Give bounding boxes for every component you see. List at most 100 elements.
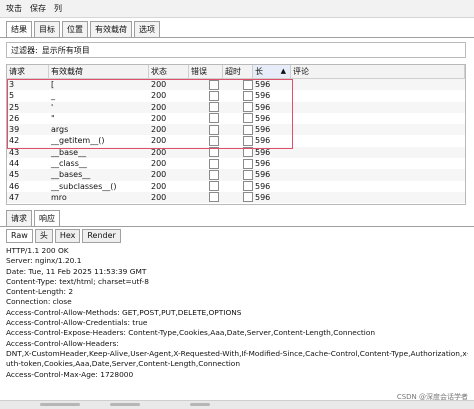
- tab-target[interactable]: 目标: [34, 21, 60, 38]
- comment-cell: [291, 90, 465, 101]
- comment-cell: [291, 135, 465, 146]
- response-line: uth-token,Cookies,Aaa,Date,Server,Conten…: [6, 359, 241, 369]
- request-cell: 42: [9, 136, 20, 146]
- menu-bar: 攻击 保存 列: [0, 0, 474, 18]
- length-cell: 596: [255, 125, 271, 135]
- error-cell: [189, 158, 223, 169]
- request-cell: 47: [9, 192, 20, 202]
- table-row[interactable]: 47 mro 200 596: [7, 191, 465, 204]
- payload-cell: _: [51, 91, 55, 101]
- table-row[interactable]: 3 [200 596: [7, 79, 465, 91]
- tab-hex[interactable]: Hex: [54, 229, 81, 243]
- table-row[interactable]: 42 __getitem__() 200 596: [7, 135, 465, 146]
- comment-cell: [291, 147, 465, 158]
- status-cell: 200: [151, 147, 167, 157]
- tab-positions[interactable]: 位置: [62, 21, 88, 38]
- error-cell: [189, 124, 223, 135]
- status-cell: 200: [151, 113, 167, 123]
- scroll-thumb-1[interactable]: [40, 403, 80, 406]
- request-cell: 25: [9, 102, 20, 112]
- request-cell: 39: [9, 125, 20, 135]
- detail-tabs: 请求 响应: [6, 210, 62, 227]
- col-payload[interactable]: 有效载荷: [49, 65, 149, 78]
- scroll-thumb-2[interactable]: [110, 403, 140, 406]
- error-checkbox: [209, 124, 219, 135]
- tab-render[interactable]: Render: [82, 229, 121, 243]
- payload-cell: ': [51, 102, 54, 112]
- timeout-cell: [223, 102, 253, 113]
- table-row[interactable]: 5 _ 200 596: [7, 90, 465, 101]
- tab-payloads[interactable]: 有效载荷: [90, 21, 132, 38]
- length-cell: 596: [255, 113, 271, 123]
- results-table: 请求 有效载荷 状态 错误 超时 长 ▲ 评论 3 [200 596 5 _ 200 596…: [6, 64, 466, 205]
- scroll-thumb-3[interactable]: [190, 403, 210, 406]
- col-request[interactable]: 请求: [7, 65, 49, 78]
- menu-save[interactable]: 保存: [30, 3, 46, 14]
- response-line: HTTP/1.1 200 OK: [6, 246, 69, 255]
- response-line: Content-Type: text/html; charset=utf-8: [6, 276, 149, 286]
- timeout-cell: [223, 90, 253, 101]
- menu-columns[interactable]: 列: [54, 3, 62, 14]
- payload-cell: __class__: [51, 159, 87, 169]
- response-body[interactable]: HTTP/1.1 200 OK Server: nginx/1.20.1 Date:…: [6, 246, 468, 396]
- table-row[interactable]: 39 args 200 596: [7, 124, 465, 136]
- comment-cell: [291, 192, 465, 203]
- payload-cell: args: [51, 125, 69, 135]
- length-cell: 596: [255, 170, 271, 180]
- timeout-checkbox: [243, 169, 253, 180]
- table-row[interactable]: 44 __class__ 200 596: [7, 158, 465, 169]
- error-cell: [189, 102, 223, 113]
- table-row[interactable]: 43 __base__ 200 596: [7, 146, 465, 159]
- col-length-label: 长: [255, 67, 263, 76]
- request-cell: 5: [9, 91, 15, 101]
- col-comment[interactable]: 评论: [291, 65, 465, 78]
- table-row[interactable]: 26 " 200 596: [7, 113, 465, 124]
- error-checkbox: [209, 102, 219, 113]
- length-cell: 596: [255, 159, 271, 169]
- timeout-checkbox: [243, 158, 253, 169]
- error-checkbox: [209, 181, 219, 192]
- status-cell: 200: [151, 192, 167, 202]
- response-line: Connection: close: [6, 297, 72, 307]
- table-row[interactable]: 46 __subclasses__() 200 596: [7, 181, 465, 192]
- error-checkbox: [209, 79, 219, 90]
- timeout-checkbox: [243, 192, 253, 203]
- length-cell: 596: [255, 102, 271, 112]
- payload-cell: [: [51, 80, 55, 89]
- comment-cell: [291, 124, 465, 135]
- response-line: Access-Control-Expose-Headers: Content-T…: [6, 328, 376, 338]
- length-cell: 596: [255, 147, 271, 157]
- error-checkbox: [209, 158, 219, 169]
- tab-response[interactable]: 响应: [34, 210, 60, 227]
- tab-results[interactable]: 结果: [6, 21, 32, 38]
- payload-cell: __bases__: [51, 170, 91, 180]
- error-cell: [189, 113, 223, 124]
- error-checkbox: [209, 113, 219, 124]
- tab-options[interactable]: 选项: [134, 21, 160, 38]
- menu-attack[interactable]: 攻击: [6, 3, 22, 14]
- table-row[interactable]: 45 __bases__ 200 596: [7, 169, 465, 181]
- comment-cell: [291, 102, 465, 113]
- tabs-divider: [0, 37, 474, 38]
- response-line: DNT,X-CustomHeader,Keep-Alive,User-Agent…: [6, 348, 468, 358]
- col-status[interactable]: 状态: [149, 65, 189, 78]
- filter-bar[interactable]: 过滤器: 显示所有项目: [6, 42, 466, 58]
- main-tabs: 结果 目标 位置 有效载荷 选项: [6, 21, 162, 38]
- payload-cell: ": [51, 113, 55, 123]
- timeout-cell: [223, 124, 253, 135]
- response-line: Server: nginx/1.20.1: [6, 256, 82, 266]
- tab-raw[interactable]: Raw: [6, 229, 33, 243]
- col-timeout[interactable]: 超时: [223, 65, 253, 78]
- tab-request[interactable]: 请求: [6, 210, 32, 227]
- length-cell: 596: [255, 91, 271, 101]
- timeout-checkbox: [243, 90, 253, 101]
- request-cell: 45: [9, 170, 20, 180]
- col-length[interactable]: 长 ▲: [253, 65, 291, 78]
- timeout-cell: [223, 135, 253, 146]
- table-row[interactable]: 25 ' 200 596: [7, 101, 465, 113]
- col-error[interactable]: 错误: [189, 65, 223, 78]
- tab-headers[interactable]: 头: [34, 229, 53, 243]
- error-cell: [189, 169, 223, 180]
- timeout-checkbox: [243, 124, 253, 135]
- detail-tabs-divider: [0, 226, 474, 227]
